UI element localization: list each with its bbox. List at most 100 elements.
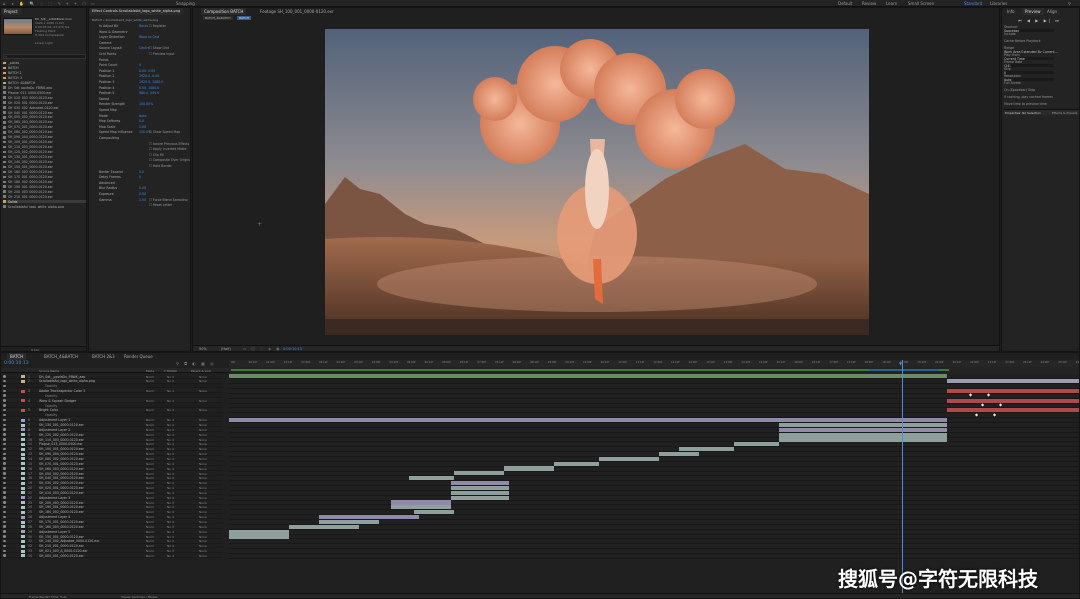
visibility-eye-icon[interactable] xyxy=(3,408,6,412)
layer-label-color[interactable] xyxy=(21,418,25,422)
workspace-small-screen[interactable]: Small Screen xyxy=(908,1,934,6)
effect-property-value[interactable]: 0.0 xyxy=(139,170,144,174)
layer-duration-bar[interactable] xyxy=(451,490,509,495)
layer-duration-bar[interactable] xyxy=(229,529,289,534)
effect-property-option[interactable]: ☐ Force Blend Sampling xyxy=(149,198,188,202)
layer-label-color[interactable] xyxy=(21,452,25,456)
resolution-dropdown[interactable]: (Half) xyxy=(221,347,231,351)
layer-duration-bar[interactable] xyxy=(229,374,947,379)
work-area-bar[interactable] xyxy=(229,367,1079,374)
visibility-eye-icon[interactable] xyxy=(3,413,6,417)
layer-duration-bar[interactable] xyxy=(779,432,947,437)
preview-setting[interactable]: Play From Current Time xyxy=(1004,53,1079,60)
preview-setting[interactable]: Full Screen xyxy=(1004,81,1079,88)
playback-controls[interactable]: ⏮ ◀ ▶ ▶| ⏭ xyxy=(1018,18,1061,23)
effect-property-option[interactable]: ☐ Register xyxy=(149,24,166,28)
layer-trkmat-dropdown[interactable]: No 4 xyxy=(167,554,174,558)
layer-label-color[interactable] xyxy=(21,525,25,529)
project-item[interactable]: SH_130_001_0000-0120.exr xyxy=(3,155,86,159)
layer-duration-bar[interactable] xyxy=(504,466,554,471)
preview-setting[interactable]: Include xyxy=(1004,32,1079,39)
layer-duration-bar[interactable] xyxy=(779,437,947,442)
project-item[interactable]: SH_020_001_0000-0120.exr xyxy=(3,101,86,104)
layer-label-color[interactable] xyxy=(21,510,25,514)
visibility-eye-icon[interactable] xyxy=(3,442,6,446)
layer-label-color[interactable] xyxy=(21,433,25,437)
visibility-eye-icon[interactable] xyxy=(3,428,6,431)
visibility-eye-icon[interactable] xyxy=(3,520,6,523)
layer-row[interactable]: 34 SH_005_001_0000-0120.exr Norm No 4 None xyxy=(1,553,223,559)
layer-duration-bar[interactable] xyxy=(451,481,509,486)
project-item[interactable]: Dh_Sdt_ppvfaDu_FBWK.aep xyxy=(3,86,86,89)
effect-property-option[interactable]: ☐ Clip Fill xyxy=(149,153,164,157)
effect-property-value[interactable]: 100.00% xyxy=(139,102,153,106)
project-item[interactable]: SH_060_003_0000-0120.exr xyxy=(3,120,86,124)
visibility-eye-icon[interactable] xyxy=(3,530,6,533)
layer-duration-bar[interactable] xyxy=(554,461,599,466)
layer-duration-bar[interactable] xyxy=(451,495,509,500)
layer-label-color[interactable] xyxy=(21,539,25,543)
col-trkmat[interactable]: T TrkMat xyxy=(164,369,177,373)
tab-properties[interactable]: Properties: No Selection xyxy=(1005,111,1041,115)
effect-property-value[interactable]: 1920.0, 0.00 xyxy=(139,74,159,78)
keyframe-icon[interactable]: ◆ xyxy=(969,392,972,397)
effect-property-value[interactable]: 4 xyxy=(139,63,141,67)
visibility-eye-icon[interactable] xyxy=(3,476,6,480)
preview-setting[interactable]: Skip 0 xyxy=(1004,67,1079,74)
layer-label-color[interactable] xyxy=(21,530,25,534)
visibility-eye-icon[interactable] xyxy=(3,510,6,514)
col-parent[interactable]: Parent & Link xyxy=(191,369,211,373)
layer-mode-dropdown[interactable]: Norm xyxy=(146,554,154,558)
keyframe-icon[interactable]: ◆ xyxy=(999,402,1002,407)
layer-duration-bar[interactable] xyxy=(409,476,454,481)
work-area-range[interactable] xyxy=(231,369,949,371)
zoom-dropdown[interactable]: 50% xyxy=(199,347,207,351)
timeline-timecode[interactable]: 0:00:10:13 xyxy=(4,361,29,366)
layer-duration-bar[interactable] xyxy=(289,524,359,529)
layer-label-color[interactable] xyxy=(21,467,25,471)
project-item[interactable]: SH_150_001_0000-0120.exr xyxy=(3,165,86,169)
visibility-eye-icon[interactable] xyxy=(3,525,6,528)
search-icon[interactable]: ⚲ xyxy=(1068,1,1071,6)
visibility-eye-icon[interactable] xyxy=(3,447,6,451)
breadcrumb-comp-1[interactable]: BATCH_4&BATCH xyxy=(203,16,233,20)
project-item[interactable]: SH_190_001_0000-0120.exr xyxy=(3,185,86,188)
layer-label-color[interactable] xyxy=(21,481,25,485)
visibility-eye-icon[interactable] xyxy=(3,379,6,383)
keyframe-icon[interactable]: ◆ xyxy=(993,412,996,417)
visibility-eye-icon[interactable] xyxy=(3,389,6,393)
effect-property-value[interactable]: 960.0, 540.0 xyxy=(139,91,159,95)
viewer-option-icons[interactable]: ▭ ◫ ⬚ ◈ ▣ xyxy=(243,347,281,351)
layer-label-color[interactable] xyxy=(21,501,25,505)
layer-label-color[interactable] xyxy=(21,442,25,446)
layer-duration-bar[interactable] xyxy=(779,422,947,427)
effect-property-value[interactable]: 1.00 xyxy=(139,125,146,129)
layer-label-color[interactable] xyxy=(21,389,25,393)
layer-label-color[interactable] xyxy=(21,476,25,480)
effect-property-value[interactable]: 0.00 xyxy=(139,192,146,196)
col-mode[interactable]: Mode xyxy=(146,369,154,373)
project-item[interactable]: SH_210_001_0000-0120.exr xyxy=(3,195,86,198)
layer-label-color[interactable] xyxy=(21,408,25,412)
layer-label-color[interactable] xyxy=(21,515,25,519)
current-time-indicator[interactable] xyxy=(902,360,903,595)
project-item[interactable]: SH_160_003_0000-0120.exr xyxy=(3,170,86,173)
preview-setting[interactable]: Frame Rate (24) xyxy=(1004,60,1079,67)
tab-render-queue[interactable]: Render Queue xyxy=(121,353,156,360)
visibility-eye-icon[interactable] xyxy=(3,399,6,402)
col-source-name[interactable]: Source Name xyxy=(39,369,59,373)
keyframe-icon[interactable]: ◆ xyxy=(975,412,978,417)
visibility-eye-icon[interactable] xyxy=(3,515,6,519)
effect-property-value[interactable]: Auto xyxy=(139,114,146,118)
visibility-eye-icon[interactable] xyxy=(3,501,6,504)
tab-info[interactable]: Info xyxy=(1004,8,1018,15)
layer-label-color[interactable] xyxy=(21,505,25,509)
effect-property-value[interactable]: 0 xyxy=(139,175,141,179)
project-item[interactable]: BATCH_4&BATCH xyxy=(3,81,86,84)
layer-label-color[interactable] xyxy=(21,472,25,475)
visibility-eye-icon[interactable] xyxy=(3,452,6,456)
project-item[interactable]: SH_200_003_0000-0120.exr xyxy=(3,190,86,193)
project-item[interactable]: SH_080_002_0000-0120.exr xyxy=(3,130,86,134)
visibility-eye-icon[interactable] xyxy=(3,481,6,485)
keyframe-icon[interactable]: ◆ xyxy=(987,392,990,397)
